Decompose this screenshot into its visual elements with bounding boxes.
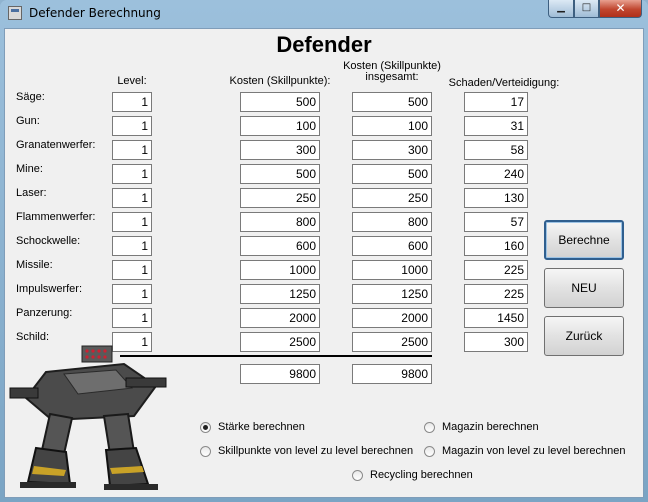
row-label: Flammenwerfer:	[16, 211, 96, 223]
kosten-field[interactable]: 1250	[240, 284, 320, 304]
radio-label: Magazin von level zu level berechnen	[442, 445, 626, 457]
kosten-gesamt-field[interactable]: 500	[352, 164, 432, 184]
radio-label: Stärke berechnen	[218, 421, 305, 433]
kosten-field[interactable]: 500	[240, 164, 320, 184]
row-label: Gun:	[16, 115, 40, 127]
level-field[interactable]: 1	[112, 236, 152, 256]
radio-recycling-berechnen[interactable]: Recycling berechnen	[352, 469, 473, 481]
kosten-field[interactable]: 2000	[240, 308, 320, 328]
kosten-gesamt-field[interactable]: 600	[352, 236, 432, 256]
kosten-gesamt-field[interactable]: 2000	[352, 308, 432, 328]
schaden-field[interactable]: 17	[464, 92, 528, 112]
row-label: Säge:	[16, 91, 45, 103]
app-icon	[8, 6, 22, 20]
radio-indicator[interactable]	[200, 445, 211, 457]
level-field[interactable]: 1	[112, 284, 152, 304]
schaden-field[interactable]: 160	[464, 236, 528, 256]
schaden-field[interactable]: 240	[464, 164, 528, 184]
schaden-field[interactable]: 31	[464, 116, 528, 136]
row-label: Panzerung:	[16, 307, 73, 319]
kosten-gesamt-field[interactable]: 100	[352, 116, 432, 136]
berechne-button[interactable]: Berechne	[544, 220, 624, 260]
neu-button[interactable]: NEU	[544, 268, 624, 308]
radio-label: Skillpunkte von level zu level berechnen	[218, 445, 414, 457]
level-field[interactable]: 1	[112, 164, 152, 184]
radio-skillpunkte-level[interactable]: Skillpunkte von level zu level berechnen	[200, 445, 413, 457]
kosten-field[interactable]: 2500	[240, 332, 320, 352]
kosten-gesamt-field[interactable]: 1000	[352, 260, 432, 280]
kosten-gesamt-field[interactable]: 800	[352, 212, 432, 232]
schaden-field[interactable]: 225	[464, 284, 528, 304]
radio-magazin-level[interactable]: Magazin von level zu level berechnen	[424, 445, 625, 457]
row-label: Mine:	[16, 163, 43, 175]
radio-staerke-berechnen[interactable]: Stärke berechnen	[200, 421, 305, 433]
level-field[interactable]: 1	[112, 212, 152, 232]
radio-label: Recycling berechnen	[370, 469, 473, 481]
page-title: Defender	[276, 32, 372, 57]
radio-indicator[interactable]	[424, 445, 435, 457]
kosten-field[interactable]: 100	[240, 116, 320, 136]
total-kosten-field[interactable]: 9800	[240, 364, 320, 384]
kosten-field[interactable]: 800	[240, 212, 320, 232]
minimize-button[interactable]: ▁	[548, 0, 574, 18]
row-label: Granatenwerfer:	[16, 139, 96, 151]
kosten-field[interactable]: 600	[240, 236, 320, 256]
radio-indicator[interactable]	[352, 469, 363, 481]
kosten-gesamt-field[interactable]: 250	[352, 188, 432, 208]
level-field[interactable]: 1	[112, 188, 152, 208]
column-header-level: Level:	[117, 75, 147, 87]
column-header-kosten: Kosten (Skillpunkte):	[229, 75, 331, 87]
level-field[interactable]: 1	[112, 308, 152, 328]
schaden-field[interactable]: 58	[464, 140, 528, 160]
kosten-gesamt-field[interactable]: 1250	[352, 284, 432, 304]
level-field[interactable]: 1	[112, 140, 152, 160]
radio-magazin-berechnen[interactable]: Magazin berechnen	[424, 421, 539, 433]
zurueck-button[interactable]: Zurück	[544, 316, 624, 356]
schaden-field[interactable]: 225	[464, 260, 528, 280]
kosten-field[interactable]: 250	[240, 188, 320, 208]
kosten-gesamt-field[interactable]: 500	[352, 92, 432, 112]
kosten-field[interactable]: 300	[240, 140, 320, 160]
schaden-field[interactable]: 57	[464, 212, 528, 232]
row-label: Schockwelle:	[16, 235, 81, 247]
radio-label: Magazin berechnen	[442, 421, 539, 433]
level-field[interactable]: 1	[112, 116, 152, 136]
row-label: Laser:	[16, 187, 47, 199]
schaden-field[interactable]: 130	[464, 188, 528, 208]
column-header-schaden: Schaden/Verteidigung:	[448, 77, 560, 89]
defender-mech-image	[9, 345, 167, 490]
radio-indicator[interactable]	[424, 421, 435, 433]
kosten-field[interactable]: 500	[240, 92, 320, 112]
level-field[interactable]: 1	[112, 92, 152, 112]
row-label: Impulswerfer:	[16, 283, 83, 295]
kosten-gesamt-field[interactable]: 2500	[352, 332, 432, 352]
title-bar[interactable]: Defender Berechnung ▁ □ ✕	[0, 0, 648, 28]
kosten-field[interactable]: 1000	[240, 260, 320, 280]
row-label: Missile:	[16, 259, 53, 271]
column-header-kosten-gesamt-line2: insgesamt:	[365, 71, 419, 83]
maximize-button[interactable]: □	[574, 0, 599, 18]
level-field[interactable]: 1	[112, 260, 152, 280]
total-kosten-gesamt-field[interactable]: 9800	[352, 364, 432, 384]
schaden-field[interactable]: 300	[464, 332, 528, 352]
schaden-field[interactable]: 1450	[464, 308, 528, 328]
radio-indicator[interactable]	[200, 421, 211, 433]
kosten-gesamt-field[interactable]: 300	[352, 140, 432, 160]
close-button[interactable]: ✕	[599, 0, 642, 18]
window-title: Defender Berechnung	[29, 6, 161, 20]
